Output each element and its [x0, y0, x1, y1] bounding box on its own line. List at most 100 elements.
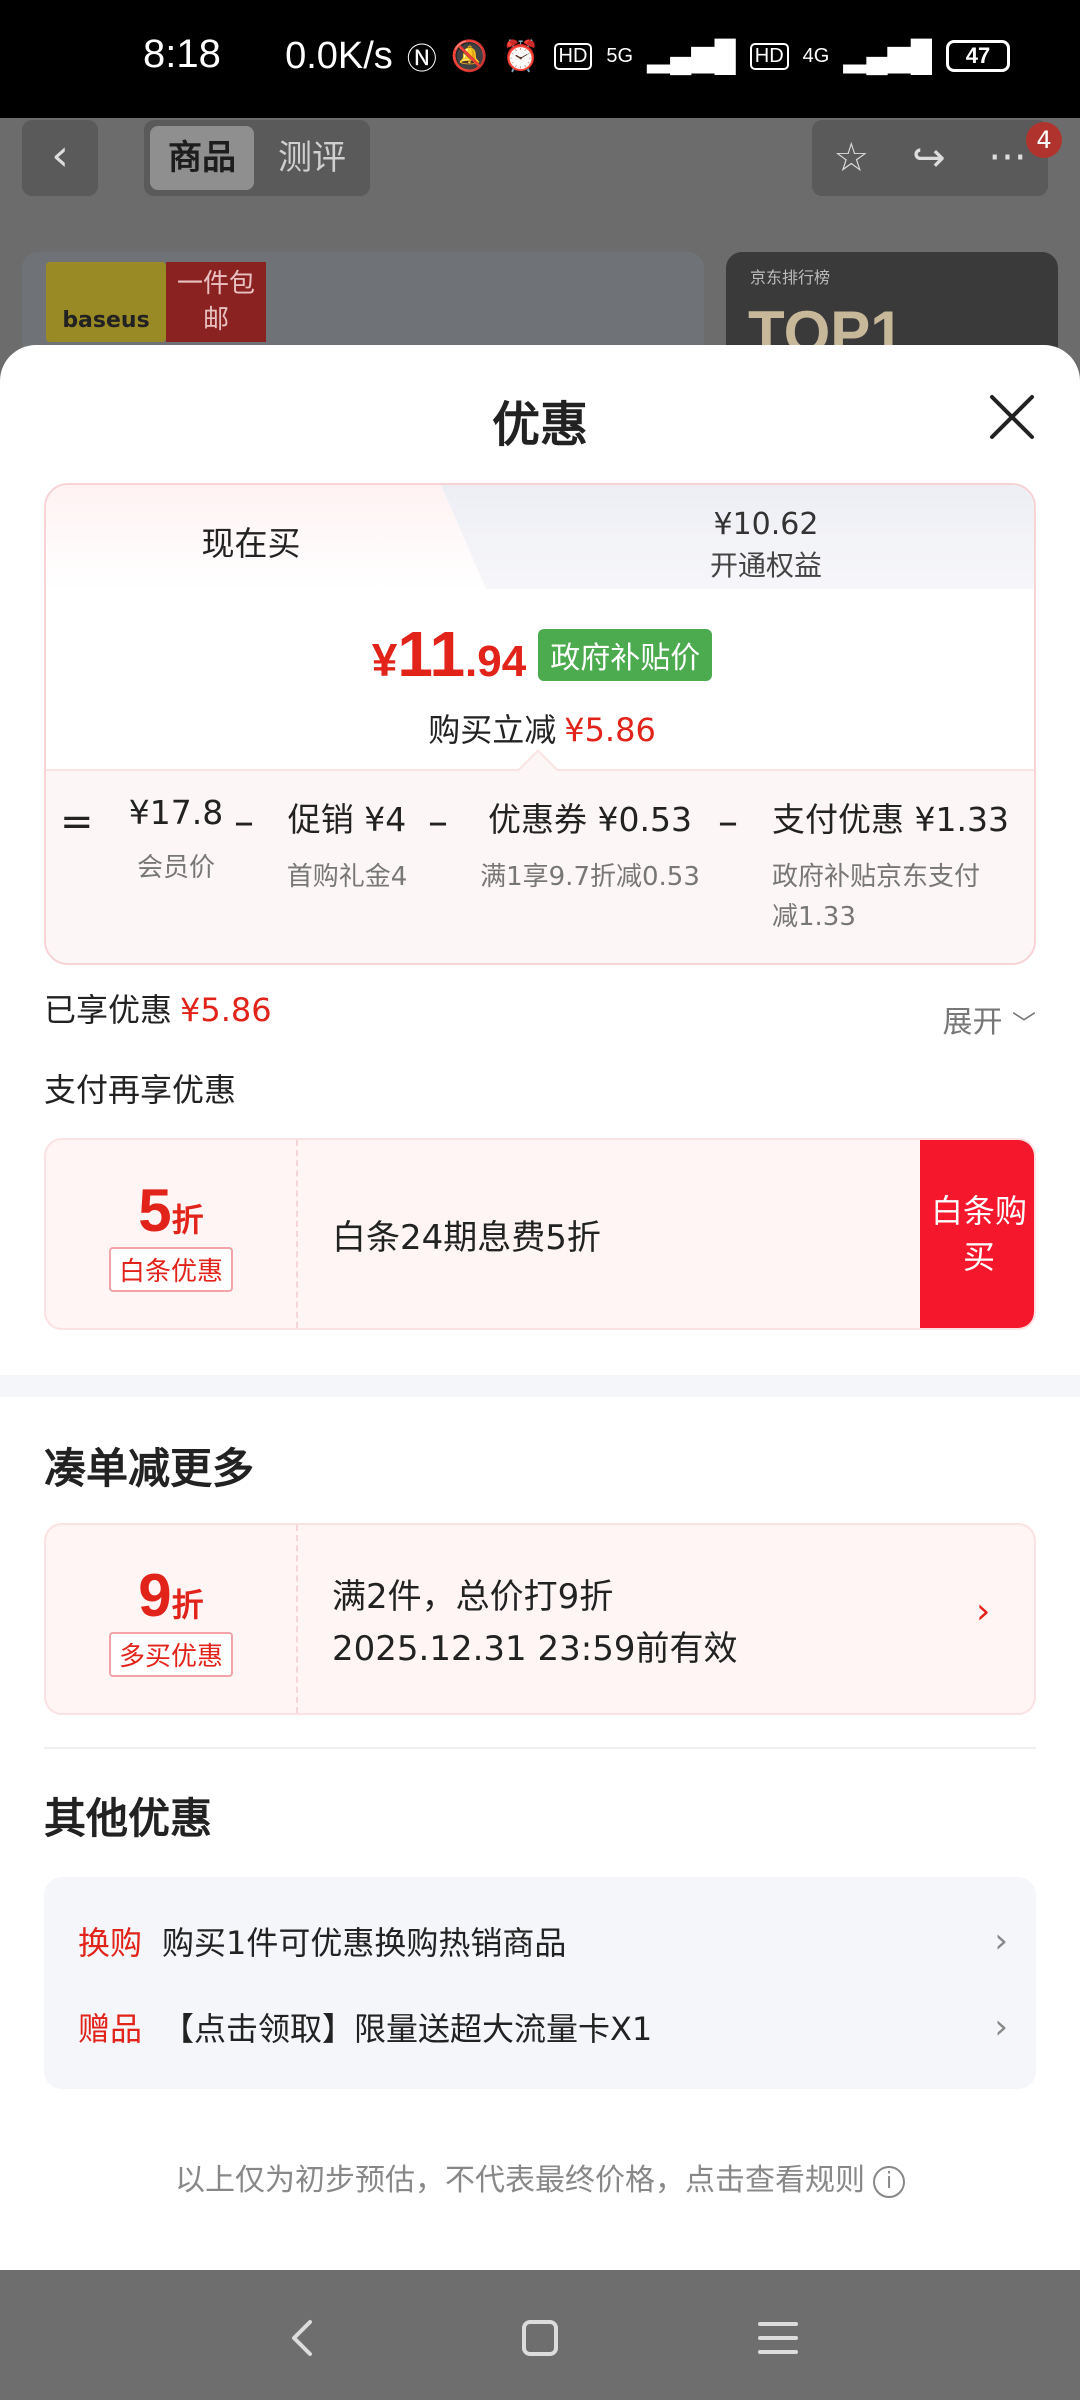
breakdown-op-minus: –: [428, 799, 448, 845]
breakdown-op-minus: –: [718, 799, 738, 845]
breakdown-value: 优惠券 ¥0.53: [488, 800, 692, 839]
network-speed: 0.0K/s: [285, 34, 393, 77]
chevron-right-icon: ›: [976, 1591, 991, 1632]
final-price-integer: 11: [397, 618, 466, 690]
star-icon[interactable]: ☆: [833, 135, 869, 181]
baitiao-text: 白条24期息费5折: [332, 1218, 601, 1258]
battery-icon: 47: [946, 40, 1010, 72]
price-card: 现在买 ¥10.62 开通权益 ¥11.94 政府补贴价 购买立减 ¥5.86 =…: [44, 483, 1036, 965]
final-price: ¥11.94: [372, 617, 526, 691]
instant-reduce-label: 购买立减: [428, 711, 557, 749]
status-icons: 0.0K/s Ⓝ 🔕 ⏰ HD 5G ▂▄▆█ HD 4G ▂▄▆█ 47: [285, 34, 1010, 78]
price-tabbar: 现在买 ¥10.62 开通权益: [46, 485, 1034, 589]
info-icon: i: [873, 2165, 905, 2198]
instant-reduce: 购买立减 ¥5.86: [46, 705, 1034, 751]
tab-review[interactable]: 测评: [260, 126, 364, 190]
signal-bars-icon: ▂▄▆█: [647, 39, 736, 73]
breakdown-member-price: ¥17.8 会员价: [116, 793, 236, 888]
breakdown-value: ¥17.8: [128, 793, 224, 832]
breakdown-payment: 支付优惠 ¥1.33 政府补贴京东支付减1.33: [772, 793, 1022, 937]
enjoyed-label: 已享优惠: [44, 991, 173, 1029]
rank-label: 京东排行榜: [750, 268, 831, 287]
other-title: 其他优惠: [44, 1794, 213, 1843]
discount-number: 9: [138, 1562, 172, 1629]
chevron-down-icon: ﹀: [1012, 1010, 1036, 1038]
sheet-title: 优惠: [491, 397, 588, 453]
offer-text: 【点击领取】限量送超大流量卡X1: [162, 2010, 653, 2048]
enjoyed-value: ¥5.86: [180, 991, 272, 1029]
breakdown-coupon: 优惠券 ¥0.53 满1享9.7折减0.53: [478, 793, 702, 897]
breakdown-promotion: 促销 ¥4 首购礼金4: [282, 793, 412, 897]
footnote-text: 以上仅为初步预估，不代表最终价格，点击查看规则: [175, 2163, 865, 2198]
discount-unit: 折: [171, 1586, 204, 1624]
breakdown-sub: 满1享9.7折减0.53: [480, 862, 700, 892]
close-icon[interactable]: [980, 385, 1044, 449]
free-shipping-tag: 一件包邮: [166, 262, 266, 342]
chevron-right-icon: ›: [994, 1921, 1008, 1961]
more-icon[interactable]: ···: [988, 135, 1026, 181]
bundle-line1: 满2件，总价打9折: [332, 1577, 614, 1617]
pay-more-label: 支付再享优惠: [44, 1071, 237, 1109]
baitiao-buy-button[interactable]: 白条购买: [920, 1140, 1034, 1328]
breakdown-sub: 政府补贴京东支付减1.33: [772, 862, 981, 932]
rules-footnote[interactable]: 以上仅为初步预估，不代表最终价格，点击查看规则 i: [0, 2155, 1080, 2199]
section-divider: [0, 1375, 1080, 1397]
system-nav-bar: [0, 2270, 1080, 2400]
tab-open-benefits[interactable]: ¥10.62 开通权益: [516, 507, 1016, 584]
discount-unit: 折: [171, 1201, 204, 1239]
nav-back-icon[interactable]: [272, 2308, 332, 2368]
bundle-promo[interactable]: 9折 多买优惠 满2件，总价打9折 2025.12.31 23:59前有效 ›: [44, 1523, 1036, 1715]
price-breakdown: = ¥17.8 会员价 – 促销 ¥4 首购礼金4 – 优惠券 ¥0.53 满1…: [46, 769, 1034, 963]
enjoyed-discount: 已享优惠 ¥5.86: [44, 985, 272, 1031]
hd-icon-2: HD: [749, 42, 789, 70]
nav-home-icon[interactable]: [510, 2308, 570, 2368]
bundle-tag: 多买优惠: [108, 1632, 233, 1677]
open-benefits-price: ¥10.62: [713, 507, 819, 542]
expand-button[interactable]: 展开 ﹀: [942, 997, 1036, 1041]
list-item-exchange[interactable]: 换购 购买1件可优惠换购热销商品 ›: [78, 1911, 1008, 1971]
breakdown-value: 促销 ¥4: [287, 800, 407, 839]
baitiao-tag: 白条优惠: [108, 1247, 233, 1292]
discount-sheet: 优惠 现在买 ¥10.62 开通权益 ¥11.94 政府补贴价 购买立减 ¥5.8…: [0, 345, 1080, 2270]
status-time: 8:18: [143, 32, 221, 76]
final-price-yen: ¥: [371, 634, 398, 686]
breakdown-value: 支付优惠 ¥1.33: [772, 800, 1009, 839]
bundle-title: 凑单减更多: [44, 1444, 255, 1493]
offer-tag: 换购: [78, 1924, 143, 1962]
header-actions: ☆ ↪ ···: [812, 120, 1048, 196]
breakdown-op-equals: =: [60, 799, 94, 845]
tab-buy-now-label: 现在买: [201, 524, 301, 563]
tab-product[interactable]: 商品: [150, 126, 254, 190]
chevron-right-icon: ›: [994, 2007, 1008, 2047]
breakdown-op-minus: –: [234, 799, 254, 845]
share-icon[interactable]: ↪: [912, 135, 946, 181]
gov-subsidy-tag: 政府补贴价: [538, 629, 713, 681]
instant-reduce-value: ¥5.86: [564, 711, 656, 749]
nav-menu-icon[interactable]: [748, 2308, 808, 2368]
other-offers: 换购 购买1件可优惠换购热销商品 › 赠品 【点击领取】限量送超大流量卡X1 ›: [44, 1877, 1036, 2089]
final-price-row: ¥11.94 政府补贴价: [46, 617, 1034, 691]
bundle-line2: 2025.12.31 23:59前有效: [332, 1629, 738, 1669]
baitiao-discount-value: 5折: [46, 1176, 296, 1245]
list-item-gift[interactable]: 赠品 【点击领取】限量送超大流量卡X1 ›: [78, 1997, 1008, 2057]
offer-text: 购买1件可优惠换购热销商品: [162, 1924, 567, 1962]
bundle-text: 满2件，总价打9折 2025.12.31 23:59前有效: [332, 1571, 737, 1675]
baitiao-discount: 5折 白条优惠: [46, 1140, 298, 1328]
divider: [44, 1747, 1036, 1749]
bundle-discount: 9折 多买优惠: [46, 1525, 298, 1713]
baitiao-promo: 5折 白条优惠 白条24期息费5折 白条购买: [44, 1138, 1036, 1330]
breakdown-sub: 首购礼金4: [286, 862, 408, 892]
nfc-icon: Ⓝ: [406, 43, 437, 76]
brand-logo: baseus: [46, 262, 166, 342]
breakdown-sub: 会员价: [136, 853, 215, 883]
status-bar: 8:18 0.0K/s Ⓝ 🔕 ⏰ HD 5G ▂▄▆█ HD 4G ▂▄▆█ …: [0, 0, 1080, 118]
hd-icon: HD: [553, 42, 593, 70]
alarm-icon: ⏰: [502, 39, 540, 73]
discount-number: 5: [138, 1177, 172, 1244]
signal-bars-icon-2: ▂▄▆█: [843, 39, 932, 73]
expand-label: 展开: [942, 1005, 1003, 1040]
mute-icon: 🔕: [450, 39, 489, 73]
signal-4g-icon: 4G: [802, 44, 830, 67]
product-tabs: 商品 测评: [144, 120, 370, 196]
back-icon[interactable]: ‹: [22, 120, 98, 196]
